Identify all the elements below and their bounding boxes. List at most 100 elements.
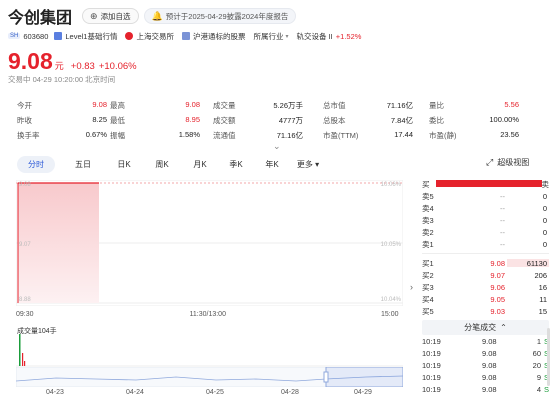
tab-0[interactable]: 分时 [17,155,55,173]
tab-1[interactable]: 五日 [61,156,105,173]
connect-tag[interactable]: 沪港通标的股票 [181,31,245,42]
stat-value: 5.56 [504,100,519,109]
report-notice[interactable]: 🔔 预计于2025-04-29披露2024年度报告 [143,8,297,24]
range-navigator[interactable] [16,367,403,387]
sell-ratio-label: 卖 [541,180,550,189]
book-price: 9.07 [490,270,505,280]
add-watchlist-label: 添加自选 [100,11,131,21]
bid-row: 买1 9.08 61130 [422,257,549,269]
level-tag[interactable]: Level1基础行情 [54,31,117,42]
price-row: 9.08 元 +0.83 +10.06% [8,48,137,75]
intraday-chart[interactable]: 9.08 9.07 8.88 10.06% 10.05% 10.04% [16,180,403,306]
stat-key: 成交量 [213,101,236,110]
stat-cell: 总股本 7.84亿 [323,115,413,126]
book-level-label: 买3 [422,282,434,292]
stat-key: 市盈(TTM) [323,131,359,140]
stat-cell: 今开 9.08 [17,100,107,111]
book-quantity: 16 [538,282,547,292]
stat-cell: 市盈(静) 23.56 [429,130,519,141]
stat-value: 8.95 [185,115,200,124]
stat-key: 委比 [429,116,444,125]
stat-value: 17.44 [394,130,413,139]
tick-price: 9.08 [482,360,497,370]
book-quantity: 61130 [526,258,547,268]
stat-key: 量比 [429,101,444,110]
pct-tick-label: 10.05% [381,242,402,248]
book-quantity: 206 [534,270,547,280]
price-change-pct: +10.06% [98,61,137,72]
ticks-scrollbar[interactable] [547,328,550,386]
book-divider [422,253,549,254]
date-tick-label: 04-25 [206,389,224,396]
stat-cell: 量比 5.56 [429,100,519,111]
super-view-button[interactable]: ⤢ 超级视图 [486,157,529,168]
header: 今创集团 ⊕ 添加自选 🔔 预计于2025-04-29披露2024年度报告 [8,6,297,27]
book-price: -- [500,191,505,201]
tab-4[interactable]: 月K [183,156,217,173]
tick-quantity: 1 [536,336,541,346]
tick-row: 10:199.0820S [422,359,549,371]
tick-quantity: 9 [536,372,541,382]
book-level-label: 买4 [422,294,434,304]
tab-5[interactable]: 季K [219,156,253,173]
volume-bar [19,334,21,366]
stat-key: 今开 [17,101,32,110]
tick-time: 10:19 [422,348,441,358]
order-book: 买 卖 卖5 -- 0 卖4 -- 0 卖3 -- 0 卖2 -- 0 卖1 -- 0 买1 9.08 6113… [422,178,549,395]
report-notice-label: 预计于2025-04-29披露2024年度报告 [165,11,289,21]
stat-cell: 成交量 5.26万手 [213,100,303,111]
bid-row: 买3 9.06 16 [422,281,549,293]
book-price: 9.03 [490,306,505,316]
industry-tag[interactable]: 轨交设备 II +1.52% [297,31,362,42]
plus-icon: ⊕ [90,10,98,21]
book-price: -- [500,239,505,249]
expand-chevron-icon[interactable]: ⌄ [273,141,281,152]
add-watchlist-button[interactable]: ⊕ 添加自选 [82,8,139,24]
buy-ratio-bar [436,180,542,187]
stat-value: 71.16亿 [276,131,303,140]
stat-key: 市盈(静) [429,131,457,140]
industry-name: 轨交设备 II [296,31,333,41]
tick-list: 10:199.081S10:199.0860S10:199.0820S10:19… [422,335,549,395]
exchange-tag[interactable]: 上海交易所 [125,31,174,42]
tick-time: 10:19 [422,360,441,370]
exchange-label: 上海交易所 [136,31,174,41]
tick-row: 10:199.0860S [422,347,549,359]
time-tick-label: 15:00 [381,311,399,318]
time-tick-label: 11:30/13:00 [189,311,226,318]
tab-7[interactable]: 更多 ▾ [291,156,325,173]
book-level-label: 卖5 [422,191,434,201]
tick-quantity: 4 [536,384,541,394]
book-level-label: 买2 [422,270,434,280]
stat-value: 5.26万手 [273,101,303,110]
time-tick-label: 09:30 [16,311,34,318]
stock-tags: SH 603680 Level1基础行情 上海交易所 沪港通标的股票 所属行业 ▾… [8,30,369,42]
stat-value: 71.16亿 [386,101,413,110]
chevron-right-icon[interactable]: › [410,282,413,292]
stat-cell: 换手率 0.67% [17,130,107,141]
ticks-header[interactable]: 分笔成交 ⌃ [422,320,549,335]
date-tick-label: 04-28 [281,389,299,396]
price-unit: 元 [54,61,64,71]
stat-value: 1.58% [178,130,200,139]
book-quantity: 0 [542,203,547,213]
tab-3[interactable]: 周K [143,156,181,173]
tick-price: 9.08 [482,348,497,358]
stat-cell: 昨收 8.25 [17,115,107,126]
tab-2[interactable]: 日K [107,156,141,173]
trading-status: 交易中 04-29 10:20:00 北京时间 [8,75,116,84]
date-tick-label: 04-24 [126,389,144,396]
stat-key: 流通值 [213,131,236,140]
bid-row: 买5 9.03 15 [422,305,549,317]
book-level-label: 卖3 [422,215,434,225]
industry-change: +1.52% [335,31,362,41]
book-price: 9.08 [490,258,505,268]
volume-chart [16,334,403,367]
book-quantity: 15 [538,306,547,316]
stats-row: 今开 9.08 最高 9.08 成交量 5.26万手 总市值 71.16亿 量比 5.56 [17,98,539,113]
tab-6[interactable]: 年K [255,156,289,173]
market-badge: SH [8,33,21,39]
date-tick-label: 04-29 [354,389,372,396]
industry-dropdown[interactable]: 所属行业 ▾ [253,31,288,42]
stat-key: 成交额 [213,116,236,125]
